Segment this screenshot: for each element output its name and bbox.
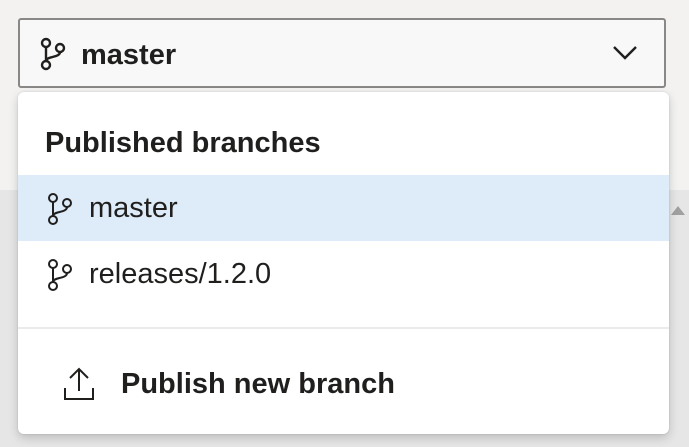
scroll-up-arrow-icon[interactable]	[671, 206, 685, 215]
git-branch-icon	[48, 259, 72, 291]
branch-item-releases-1-2-0[interactable]: releases/1.2.0	[18, 241, 669, 307]
publish-new-branch-button[interactable]: Publish new branch	[18, 352, 669, 418]
section-header-published-branches: Published branches	[45, 127, 321, 159]
chevron-down-icon	[613, 46, 637, 60]
menu-divider	[18, 327, 669, 329]
branch-dropdown-menu: Published branches master releases/1.2.0…	[18, 92, 669, 434]
upload-icon	[64, 367, 94, 400]
branch-item-master[interactable]: master	[18, 175, 669, 241]
branch-selector[interactable]: master	[18, 18, 666, 88]
branch-item-label: master	[89, 192, 178, 224]
branch-item-label: releases/1.2.0	[89, 258, 272, 290]
git-branch-icon	[48, 193, 72, 225]
git-branch-icon	[40, 37, 66, 71]
publish-new-branch-label: Publish new branch	[121, 368, 395, 400]
selected-branch-label: master	[81, 39, 177, 71]
